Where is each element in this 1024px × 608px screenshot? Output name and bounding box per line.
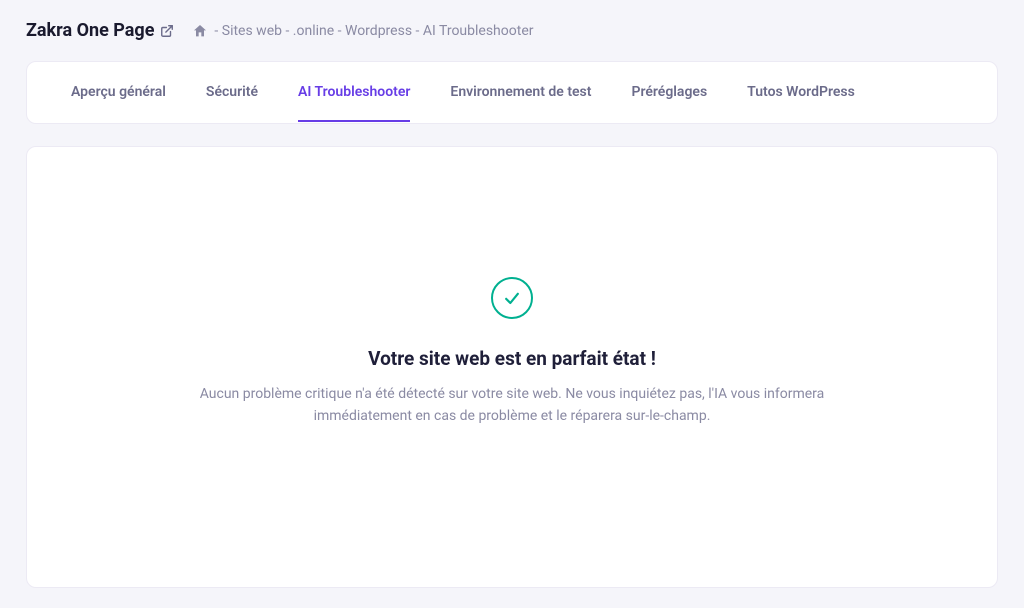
breadcrumb[interactable]: - Sites web - .online - Wordpress - AI T…	[192, 23, 533, 39]
tab-ai-troubleshooter[interactable]: AI Troubleshooter	[298, 62, 410, 122]
status-title: Votre site web est en parfait état !	[368, 347, 656, 370]
title-group[interactable]: Zakra One Page	[26, 20, 174, 41]
status-card: Votre site web est en parfait état ! Auc…	[26, 146, 998, 588]
tabs-card: Aperçu général Sécurité AI Troubleshoote…	[26, 61, 998, 124]
tab-tutos[interactable]: Tutos WordPress	[747, 62, 855, 122]
tab-test-env[interactable]: Environnement de test	[450, 62, 591, 122]
external-link-icon	[160, 24, 174, 38]
tab-security[interactable]: Sécurité	[206, 62, 258, 122]
breadcrumb-text: - Sites web - .online - Wordpress - AI T…	[214, 23, 533, 39]
status-description: Aucun problème critique n'a été détecté …	[162, 384, 862, 427]
tabs-nav: Aperçu général Sécurité AI Troubleshoote…	[27, 62, 997, 123]
tab-overview[interactable]: Aperçu général	[71, 62, 166, 122]
page-header: Zakra One Page - Sites web - .online - W…	[26, 20, 998, 41]
page-title: Zakra One Page	[26, 20, 154, 41]
home-icon	[192, 23, 208, 39]
check-circle-icon	[491, 277, 533, 319]
tab-presets[interactable]: Préréglages	[631, 62, 707, 122]
